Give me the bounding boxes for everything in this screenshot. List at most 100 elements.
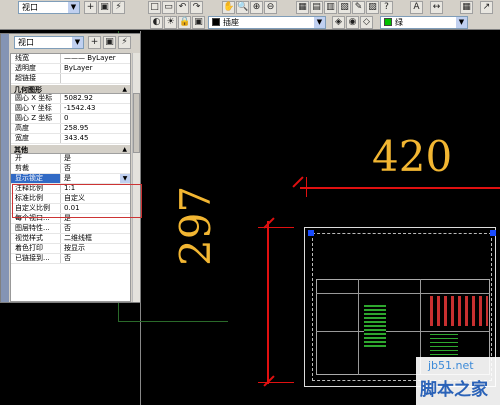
redo-icon[interactable]: ↷: [190, 1, 203, 14]
design-center-icon[interactable]: ▤: [310, 1, 323, 14]
property-value[interactable]: 否: [61, 254, 130, 263]
property-row[interactable]: 圆心 Z 坐标 0: [11, 114, 130, 124]
property-key: 圆心 Y 坐标: [11, 104, 61, 113]
property-row[interactable]: 显示锁定是 ▼: [11, 174, 130, 184]
property-row[interactable]: 剪裁否: [11, 164, 130, 174]
help-icon[interactable]: ?: [380, 1, 393, 14]
watermark: jb51.net 脚本之家: [416, 357, 500, 405]
property-key: 图层特性...: [11, 224, 61, 233]
property-value[interactable]: 0: [61, 114, 130, 123]
properties-grid[interactable]: 线宽 ——— ByLayer 透明度 ByLayer 超链接 几何图形 ▲ 圆心 X 坐标 50…: [10, 53, 131, 302]
table-style-icon[interactable]: ▦: [460, 1, 473, 14]
zoom-icon[interactable]: 🔍: [236, 1, 249, 14]
freeze-icon[interactable]: ☀: [164, 16, 177, 29]
open-icon[interactable]: ▭: [162, 1, 175, 14]
property-value[interactable]: [61, 74, 130, 83]
layer-states-icon[interactable]: ◇: [360, 16, 373, 29]
dimension-tick: [292, 176, 304, 188]
make-current-icon[interactable]: ◈: [332, 16, 345, 29]
text-style-icon[interactable]: A: [410, 1, 423, 14]
property-value-text: 是: [64, 174, 71, 182]
quick-select-icon[interactable]: ⚡: [118, 36, 131, 49]
chevron-down-icon[interactable]: ▼: [68, 2, 79, 13]
property-category[interactable]: 几何图形 ▲: [11, 84, 130, 94]
property-value[interactable]: 5082.92: [61, 94, 130, 103]
viewport-combo[interactable]: 视口 ▼: [18, 1, 80, 14]
property-value[interactable]: ByLayer: [61, 64, 130, 73]
property-row[interactable]: 视觉样式 二维线框: [11, 234, 130, 244]
color-combo[interactable]: 绿 ▼: [380, 16, 468, 29]
markup-icon[interactable]: ✎: [352, 1, 365, 14]
undo-icon[interactable]: ↶: [176, 1, 189, 14]
property-row[interactable]: 已链接到... 否: [11, 254, 130, 264]
dimension-line-vertical: [267, 221, 269, 384]
multileader-style-icon[interactable]: ↗: [480, 1, 493, 14]
property-key: 已链接到...: [11, 254, 61, 263]
property-row[interactable]: 透明度 ByLayer: [11, 64, 130, 74]
sheet-set-icon[interactable]: ▧: [338, 1, 351, 14]
pan-icon[interactable]: ✋: [222, 1, 235, 14]
tool-palette-icon[interactable]: ▥: [324, 1, 337, 14]
new-icon[interactable]: □: [148, 1, 161, 14]
property-value-text: 5082.92: [64, 94, 93, 102]
chevron-down-icon[interactable]: ▼: [314, 17, 325, 28]
add-selection-icon[interactable]: +: [84, 1, 97, 14]
chevron-down-icon[interactable]: ▼: [72, 37, 83, 48]
property-value[interactable]: 258.95: [61, 124, 130, 133]
property-row[interactable]: 圆心 Y 坐标 -1542.43: [11, 104, 130, 114]
viewport-grip[interactable]: [490, 230, 496, 236]
property-row[interactable]: 图层特性... 否: [11, 224, 130, 234]
property-value-text: -1542.43: [64, 104, 96, 112]
watermark-site: jb51.net: [428, 359, 474, 372]
category-label: 几何图形: [14, 86, 42, 94]
palette-header: 视口 ▼ + ▣ ⚡: [10, 35, 140, 51]
property-row[interactable]: 超链接: [11, 74, 130, 84]
property-value[interactable]: 343.45: [61, 134, 130, 143]
palette-title-bar[interactable]: [1, 34, 9, 302]
palette-scrollbar[interactable]: [132, 53, 140, 302]
viewport-grip[interactable]: [308, 230, 314, 236]
property-value-text: 0: [64, 114, 69, 122]
zoom-window-icon[interactable]: ⊕: [250, 1, 263, 14]
drawing-canvas[interactable]: 420 297 视口 ▼ + ▣ ⚡ 线宽 ——— ByLayer 透明度 ByLay…: [0, 31, 500, 405]
property-key: 圆心 X 坐标: [11, 94, 61, 103]
chevron-down-icon[interactable]: ▼: [456, 17, 467, 28]
property-row[interactable]: 线宽 ——— ByLayer: [11, 54, 130, 64]
property-value[interactable]: 二维线框: [61, 234, 130, 243]
scrollbar-thumb[interactable]: [133, 93, 140, 153]
layer-icon[interactable]: ◐: [150, 16, 163, 29]
dimension-tick: [263, 375, 275, 387]
chevron-down-icon[interactable]: ▼: [120, 174, 130, 183]
property-row[interactable]: 宽度 343.45: [11, 134, 130, 144]
layer-color-swatch: [212, 18, 220, 26]
toggle-pickadd-icon[interactable]: +: [88, 36, 101, 49]
plan-line: [316, 331, 490, 332]
layer-combo[interactable]: 插座 ▼: [208, 16, 326, 29]
property-value[interactable]: 否: [61, 164, 130, 173]
calculator-icon[interactable]: ▨: [366, 1, 379, 14]
property-row[interactable]: 圆心 X 坐标 5082.92: [11, 94, 130, 104]
object-type-combo[interactable]: 视口 ▼: [14, 36, 84, 49]
property-row[interactable]: 着色打印 按显示: [11, 244, 130, 254]
property-row[interactable]: 高度 258.95: [11, 124, 130, 134]
property-value[interactable]: 是: [61, 154, 130, 163]
print-icon[interactable]: ▣: [192, 16, 205, 29]
select-objects-icon[interactable]: ▣: [103, 36, 116, 49]
property-row[interactable]: 开是: [11, 154, 130, 164]
layer-previous-icon[interactable]: ◉: [346, 16, 359, 29]
zoom-previous-icon[interactable]: ⊖: [264, 1, 277, 14]
property-value[interactable]: 按显示: [61, 244, 130, 253]
lock-icon[interactable]: 🔒: [178, 16, 191, 29]
dim-style-icon[interactable]: ↔: [430, 1, 443, 14]
property-value[interactable]: ——— ByLayer: [61, 54, 130, 63]
quick-select-icon[interactable]: ⚡: [112, 1, 125, 14]
plan-detail: [430, 296, 488, 326]
property-value[interactable]: 否: [61, 224, 130, 233]
extension-line: [306, 177, 307, 197]
select-objects-icon[interactable]: ▣: [98, 1, 111, 14]
property-value[interactable]: -1542.43: [61, 104, 130, 113]
property-value[interactable]: 是 ▼: [61, 174, 130, 183]
property-category[interactable]: 其他 ▲: [11, 144, 130, 154]
properties-icon[interactable]: ▦: [296, 1, 309, 14]
property-key: 透明度: [11, 64, 61, 73]
